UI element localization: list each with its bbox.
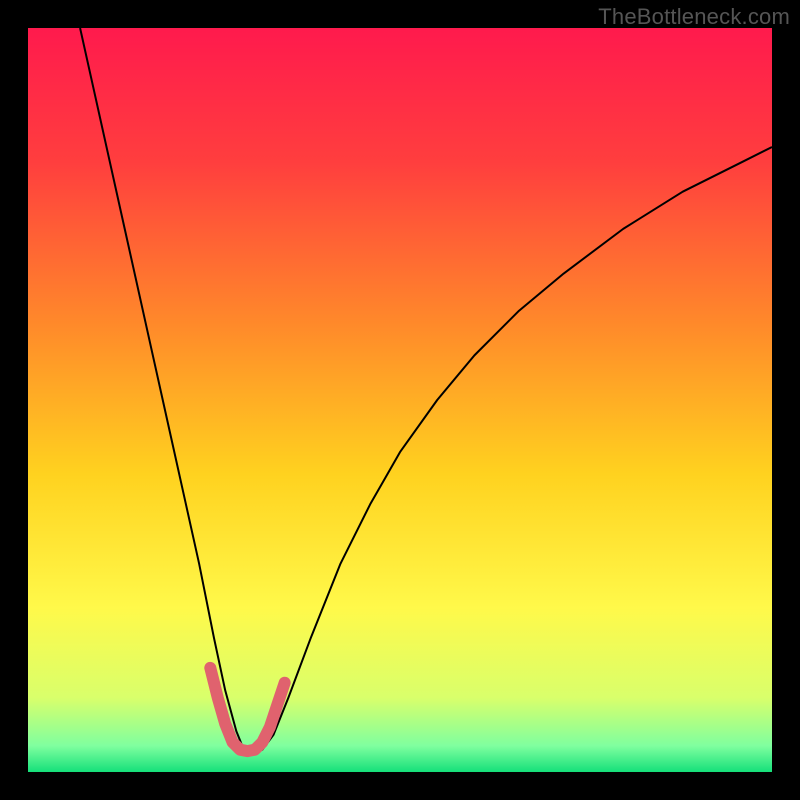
- watermark-text: TheBottleneck.com: [598, 4, 790, 30]
- chart-frame: [28, 28, 772, 772]
- chart-background: [28, 28, 772, 772]
- bottleneck-chart: [28, 28, 772, 772]
